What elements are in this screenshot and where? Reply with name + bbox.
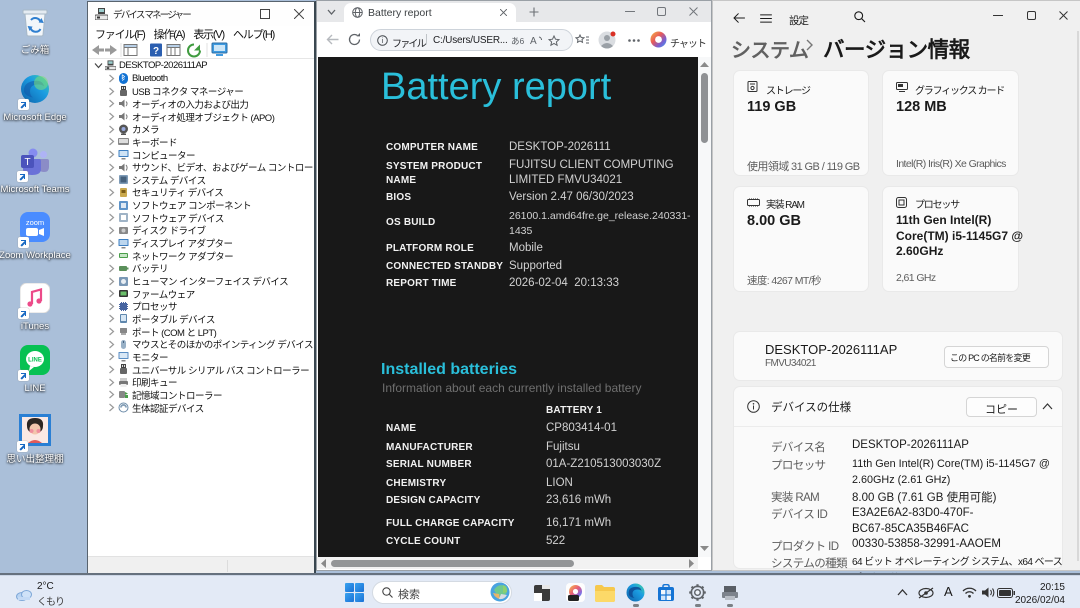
svg-text:zoom: zoom [26,218,44,227]
svg-text:i: i [382,36,384,45]
svg-text:A: A [530,36,537,46]
svg-text:あ6: あ6 [511,36,525,46]
svg-text:LINE: LINE [28,358,42,364]
svg-text:?: ? [153,46,159,57]
svg-text:T: T [24,157,30,168]
